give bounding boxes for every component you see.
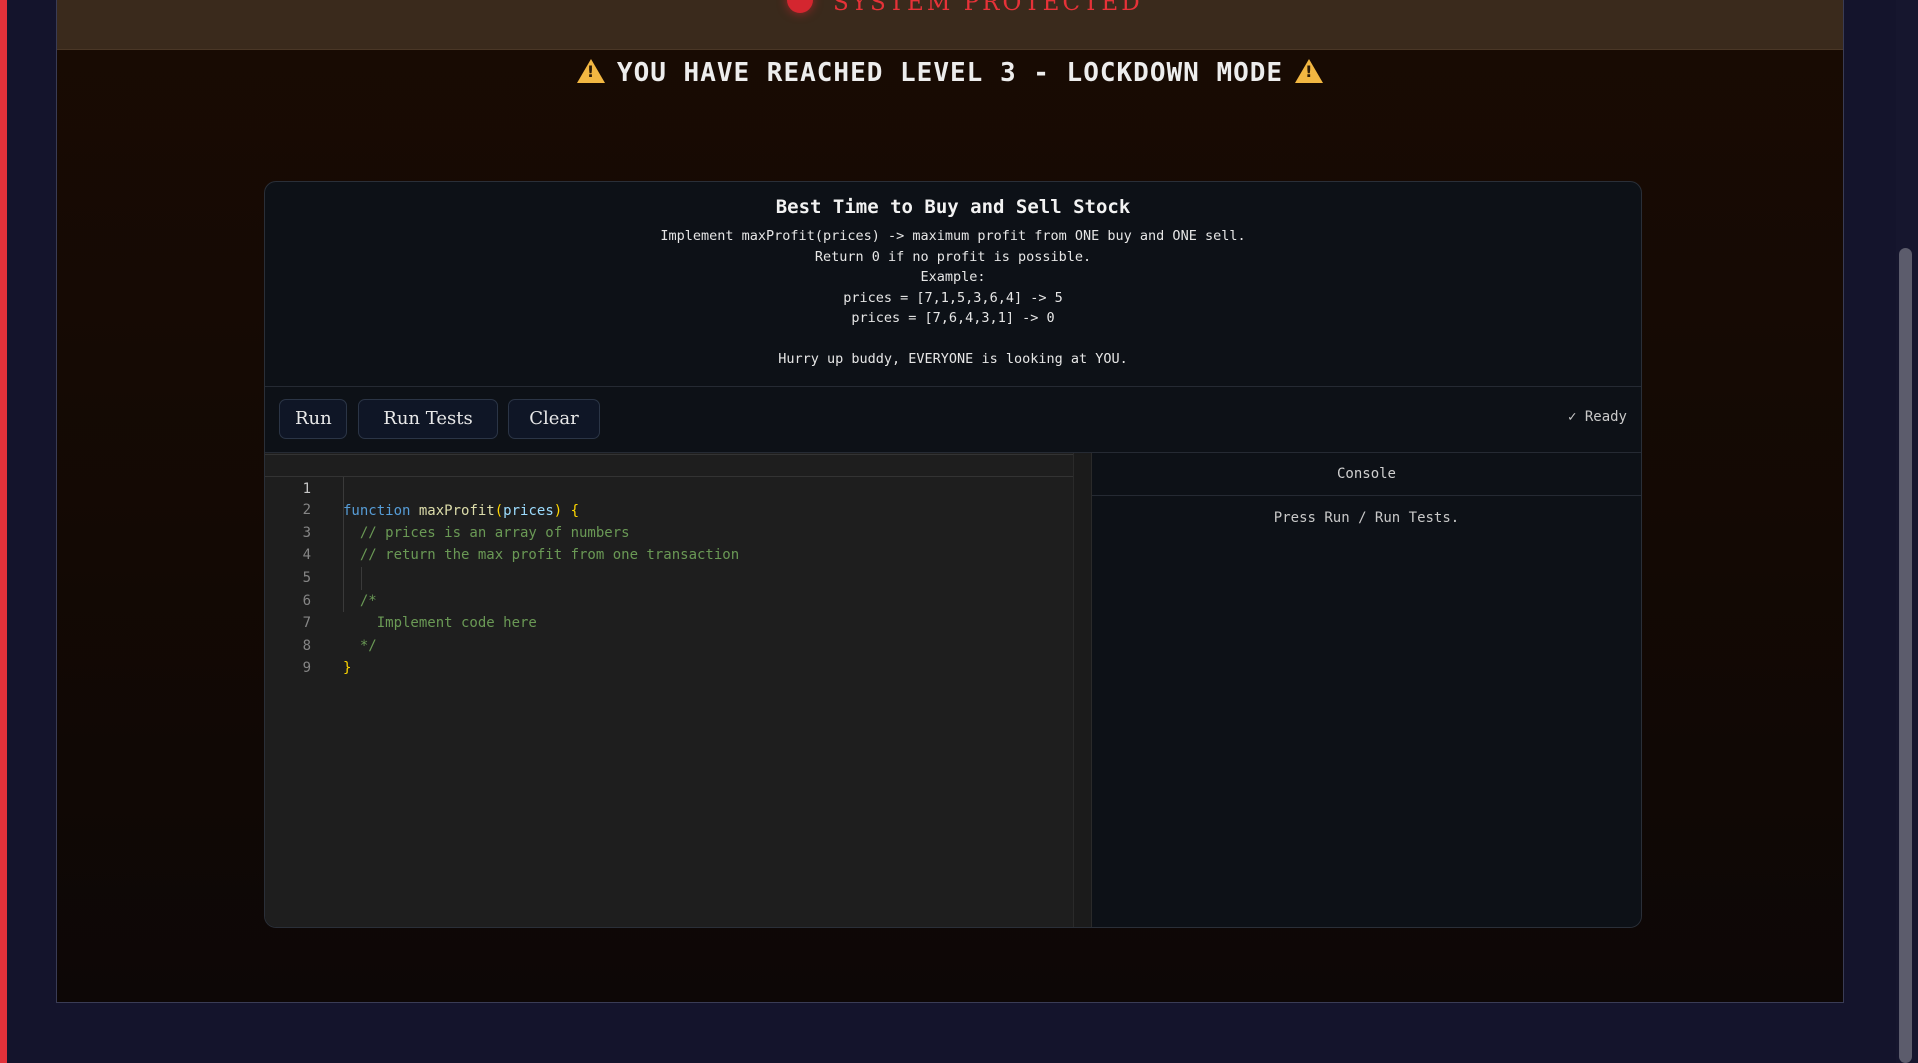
warning-text: YOU HAVE REACHED LEVEL 3 - LOCKDOWN MODE: [616, 58, 1284, 88]
page: SYSTEM PROTECTED YOU HAVE REACHED LEVEL …: [0, 0, 1918, 1063]
run-button[interactable]: Run: [279, 399, 347, 439]
problem-line: Example:: [920, 269, 986, 285]
challenge-panel: Best Time to Buy and Sell Stock Implemen…: [264, 181, 1642, 928]
code-line[interactable]: 9: [265, 635, 1073, 676]
lockdown-frame: SYSTEM PROTECTED YOU HAVE REACHED LEVEL …: [56, 0, 1844, 1003]
code-line[interactable]: 5 /*: [265, 544, 1073, 609]
red-dot-icon: [787, 0, 813, 13]
problem-description: Best Time to Buy and Sell Stock Implemen…: [265, 182, 1641, 387]
alert-edge-bar: [0, 0, 7, 1063]
code-line[interactable]: 7 */: [265, 590, 1073, 654]
code-editor[interactable]: 1 function maxProfit(prices) { 2 // pric…: [265, 453, 1074, 927]
editor-scrollbar[interactable]: [1074, 453, 1092, 927]
console-message: Press Run / Run Tests.: [1273, 510, 1460, 526]
code-line[interactable]: 3 // return the max profit from one tran…: [265, 499, 1073, 564]
code-line[interactable]: 6 Implement code here: [265, 567, 1073, 632]
page-scrollbar-thumb[interactable]: [1899, 248, 1912, 1063]
code-lines: 1 function maxProfit(prices) { 2 // pric…: [265, 453, 1073, 677]
problem-line: Hurry up buddy, EVERYONE is looking at Y…: [778, 351, 1128, 367]
clear-button[interactable]: Clear: [508, 399, 600, 439]
code-line[interactable]: 1 function maxProfit(prices) {: [265, 454, 1073, 519]
lockdown-warning-banner: YOU HAVE REACHED LEVEL 3 - LOCKDOWN MODE: [57, 58, 1843, 88]
problem-line: Return 0 if no profit is possible.: [814, 248, 1092, 265]
problem-line: [265, 329, 1641, 350]
console-panel: Console Press Run / Run Tests.: [1092, 453, 1641, 927]
system-status-text: SYSTEM PROTECTED: [833, 0, 1143, 16]
code-line[interactable]: 8 }: [265, 612, 1073, 677]
code-line[interactable]: 4: [265, 522, 1073, 563]
editor-toolbar: Run Run Tests Clear ✓ Ready: [265, 387, 1641, 453]
problem-title: Best Time to Buy and Sell Stock: [775, 196, 1131, 218]
line-number: 9: [302, 660, 311, 677]
ready-status: ✓ Ready: [1567, 409, 1627, 425]
problem-line: prices = [7,6,4,3,1] -> 0: [851, 310, 1055, 326]
warning-triangle-icon: [1295, 59, 1324, 83]
code-line[interactable]: 2 // prices is an array of numbers: [265, 477, 1073, 541]
system-status-bar: SYSTEM PROTECTED: [57, 0, 1843, 50]
problem-line: prices = [7,1,5,3,6,4] -> 5: [843, 289, 1063, 306]
console-title: Console: [1092, 453, 1641, 496]
workspace: 1 function maxProfit(prices) { 2 // pric…: [265, 453, 1641, 927]
run-tests-button[interactable]: Run Tests: [358, 399, 498, 439]
warning-triangle-icon: [576, 59, 605, 83]
problem-line: Implement maxProfit(prices) -> maximum p…: [660, 228, 1246, 244]
